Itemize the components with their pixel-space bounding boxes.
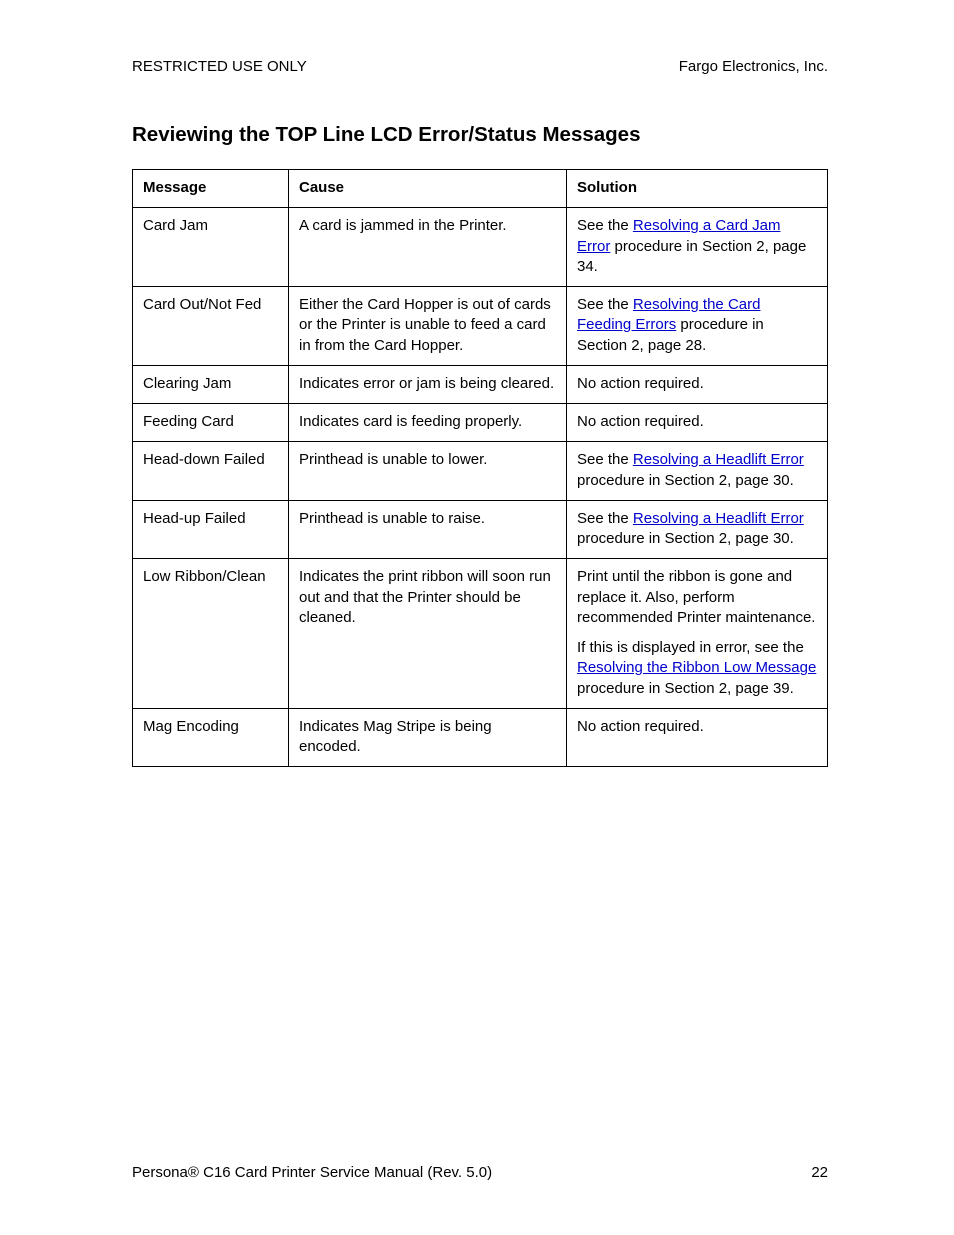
cell-solution: See the Resolving a Card Jam Error proce… [567, 208, 828, 287]
page-footer: Persona® C16 Card Printer Service Manual… [132, 1164, 828, 1181]
cell-cause: Indicates card is feeding properly. [289, 404, 567, 442]
footer-left: Persona® C16 Card Printer Service Manual… [132, 1164, 492, 1181]
cell-solution: No action required. [567, 365, 828, 403]
cell-solution: No action required. [567, 708, 828, 767]
table-row: Head-down Failed Printhead is unable to … [133, 442, 828, 501]
section-title: Reviewing the TOP Line LCD Error/Status … [132, 123, 828, 147]
cell-message: Head-down Failed [133, 442, 289, 501]
cell-message: Clearing Jam [133, 365, 289, 403]
cell-cause: Printhead is unable to raise. [289, 500, 567, 559]
cell-cause: A card is jammed in the Printer. [289, 208, 567, 287]
cell-solution: See the Resolving a Headlift Error proce… [567, 442, 828, 501]
table-row: Low Ribbon/Clean Indicates the print rib… [133, 559, 828, 709]
cell-message: Card Out/Not Fed [133, 287, 289, 366]
cell-solution: See the Resolving the Card Feeding Error… [567, 287, 828, 366]
cell-cause: Indicates error or jam is being cleared. [289, 365, 567, 403]
cell-solution: No action required. [567, 404, 828, 442]
table-row: Card Out/Not Fed Either the Card Hopper … [133, 287, 828, 366]
col-header-solution: Solution [567, 170, 828, 208]
header-left: RESTRICTED USE ONLY [132, 58, 307, 75]
page-header: RESTRICTED USE ONLY Fargo Electronics, I… [132, 58, 828, 75]
cell-cause: Printhead is unable to lower. [289, 442, 567, 501]
link-resolving-headlift[interactable]: Resolving a Headlift Error [633, 451, 804, 468]
cell-message: Mag Encoding [133, 708, 289, 767]
col-header-cause: Cause [289, 170, 567, 208]
col-header-message: Message [133, 170, 289, 208]
cell-cause: Indicates Mag Stripe is being encoded. [289, 708, 567, 767]
footer-page-number: 22 [811, 1164, 828, 1181]
cell-message: Head-up Failed [133, 500, 289, 559]
table-header-row: Message Cause Solution [133, 170, 828, 208]
cell-solution: Print until the ribbon is gone and repla… [567, 559, 828, 709]
header-right: Fargo Electronics, Inc. [679, 58, 828, 75]
table-row: Feeding Card Indicates card is feeding p… [133, 404, 828, 442]
cell-solution: See the Resolving a Headlift Error proce… [567, 500, 828, 559]
cell-cause: Either the Card Hopper is out of cards o… [289, 287, 567, 366]
table-row: Mag Encoding Indicates Mag Stripe is bei… [133, 708, 828, 767]
error-messages-table: Message Cause Solution Card Jam A card i… [132, 169, 828, 767]
cell-cause: Indicates the print ribbon will soon run… [289, 559, 567, 709]
cell-message: Feeding Card [133, 404, 289, 442]
table-row: Card Jam A card is jammed in the Printer… [133, 208, 828, 287]
table-row: Head-up Failed Printhead is unable to ra… [133, 500, 828, 559]
cell-message: Card Jam [133, 208, 289, 287]
link-resolving-ribbon-low[interactable]: Resolving the Ribbon Low Message [577, 659, 816, 676]
cell-message: Low Ribbon/Clean [133, 559, 289, 709]
link-resolving-headlift[interactable]: Resolving a Headlift Error [633, 510, 804, 527]
table-row: Clearing Jam Indicates error or jam is b… [133, 365, 828, 403]
